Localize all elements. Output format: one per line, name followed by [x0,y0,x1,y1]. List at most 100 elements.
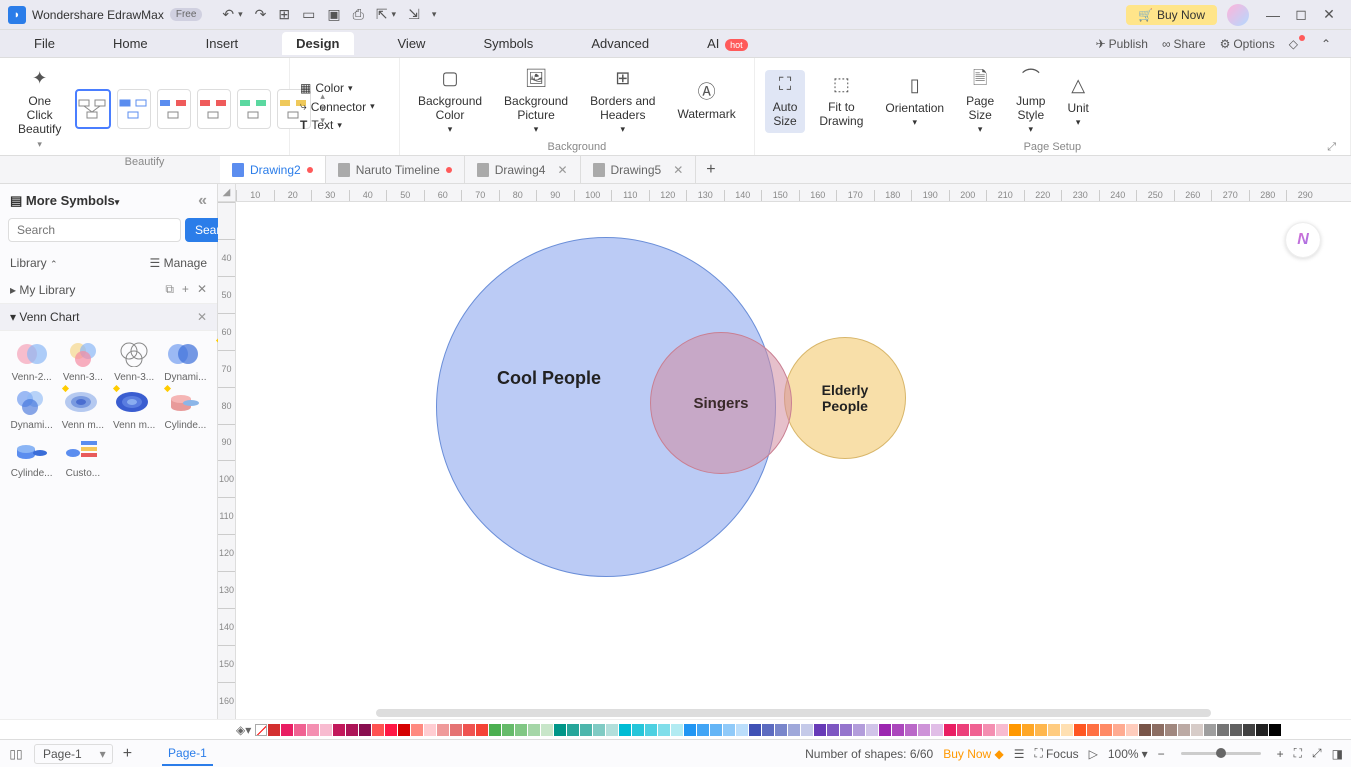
pagesetup-launcher-icon[interactable]: ⤢ [1327,141,1336,154]
color-swatch[interactable] [957,724,969,736]
maximize-icon[interactable]: ◻ [1287,6,1315,23]
sidebar-title[interactable]: ▤ More Symbols▾ [10,193,119,209]
menu-ai[interactable]: AI hot [693,32,761,55]
color-swatch[interactable] [645,724,657,736]
category-close-icon[interactable]: ✕ [197,310,207,324]
color-swatch[interactable] [762,724,774,736]
symbol-item[interactable]: Venn m... [111,387,158,431]
auto-size-button[interactable]: ⛶Auto Size [765,70,806,132]
qat-more-icon[interactable]: ▾ [432,9,437,20]
color-swatch[interactable] [983,724,995,736]
buy-now-button[interactable]: 🛒 Buy Now [1126,5,1217,25]
tab-drawing4[interactable]: Drawing4✕ [465,156,581,183]
menu-design[interactable]: Design [282,32,353,55]
symbol-item[interactable]: Venn-2... [8,339,55,383]
fit-page-icon[interactable]: ⛶ [1294,746,1302,761]
color-swatch[interactable] [320,724,332,736]
watermark-button[interactable]: ⒶWatermark [669,78,743,126]
zoom-slider[interactable] [1181,752,1261,755]
undo-dropdown-icon[interactable]: ▾ [238,9,243,20]
focus-button[interactable]: ⛶Focus [1035,746,1079,761]
unit-button[interactable]: △Unit▾ [1059,71,1096,132]
color-swatch[interactable] [1113,724,1125,736]
undo-icon[interactable]: ↶ [222,6,234,23]
theme-5[interactable] [237,89,271,129]
status-buy-now[interactable]: Buy Now ◆ [943,747,1004,761]
color-swatch[interactable] [554,724,566,736]
color-swatch[interactable] [1087,724,1099,736]
user-avatar[interactable] [1227,4,1249,26]
color-swatch[interactable] [814,724,826,736]
color-swatch[interactable] [801,724,813,736]
redo-icon[interactable]: ↷ [255,6,267,23]
export-icon[interactable]: ⇱ [376,6,388,23]
color-swatch[interactable] [541,724,553,736]
venn-circle-singers[interactable]: Singers [650,332,792,474]
color-swatch[interactable] [1217,724,1229,736]
color-swatch[interactable] [1100,724,1112,736]
color-swatch[interactable] [684,724,696,736]
color-swatch[interactable] [1282,724,1294,736]
menu-file[interactable]: File [20,32,69,55]
color-swatch[interactable] [1204,724,1216,736]
color-swatch[interactable] [1230,724,1242,736]
print-icon[interactable]: ⎙ [353,6,364,23]
menu-insert[interactable]: Insert [192,32,253,55]
symbol-item[interactable]: Venn-3... [111,339,158,383]
theme-1[interactable] [75,89,111,129]
color-swatch[interactable] [1152,724,1164,736]
new-icon[interactable]: ⊞ [278,6,290,23]
lib-close-icon[interactable]: ✕ [197,282,207,297]
color-swatch[interactable] [866,724,878,736]
tab-naruto[interactable]: Naruto Timeline [326,156,465,183]
color-swatch[interactable] [307,724,319,736]
color-swatch[interactable] [346,724,358,736]
color-swatch[interactable] [437,724,449,736]
tab-close-icon[interactable]: ✕ [557,163,567,177]
publish-button[interactable]: ✈Publish [1096,37,1148,51]
share-button[interactable]: ∞Share [1162,37,1206,51]
theme-4[interactable] [197,89,231,129]
color-swatch[interactable] [931,724,943,736]
color-swatch[interactable] [450,724,462,736]
page-tab[interactable]: Page-1 [162,742,213,766]
minimize-icon[interactable]: — [1259,7,1287,23]
horizontal-scrollbar[interactable] [376,709,1211,717]
notification-icon[interactable]: ◇ [1289,37,1307,51]
color-swatch[interactable] [827,724,839,736]
page-size-button[interactable]: 🗎Page Size▾ [958,64,1002,139]
lib-action1-icon[interactable]: ⧉ [165,282,174,297]
menu-home[interactable]: Home [99,32,162,55]
open-icon[interactable]: ▭ [302,6,315,23]
page-selector[interactable]: Page-1 [34,744,113,764]
tab-drawing5[interactable]: Drawing5✕ [581,156,697,183]
color-swatch[interactable] [1165,724,1177,736]
import-icon[interactable]: ⇲ [408,6,420,23]
symbol-search-input[interactable] [8,218,181,242]
color-swatch[interactable] [723,724,735,736]
color-swatch[interactable] [398,724,410,736]
color-swatch[interactable] [1126,724,1138,736]
manage-button[interactable]: ☰ Manage [150,256,207,270]
eyedropper-icon[interactable]: ◈▾ [236,723,250,737]
no-fill-swatch[interactable] [255,724,267,736]
bg-picture-button[interactable]: 🖼Background Picture▾ [496,64,576,139]
zoom-level[interactable]: 100%▾ [1108,747,1148,761]
save-icon[interactable]: ▣ [327,6,340,23]
color-swatch[interactable] [1139,724,1151,736]
symbol-item[interactable]: Venn-3... [59,339,106,383]
color-swatch[interactable] [1256,724,1268,736]
color-swatch[interactable] [268,724,280,736]
color-swatch[interactable] [528,724,540,736]
options-button[interactable]: ⚙Options [1220,37,1275,51]
color-swatch[interactable] [918,724,930,736]
color-swatch[interactable] [853,724,865,736]
ruler-corner[interactable]: ◢ [218,184,236,202]
color-swatch[interactable] [385,724,397,736]
color-swatch[interactable] [281,724,293,736]
export-dropdown-icon[interactable]: ▾ [392,9,397,20]
color-swatch[interactable] [502,724,514,736]
symbol-item[interactable]: Cylinde... [8,435,55,479]
connector-dropdown[interactable]: ⤷Connector▾ [300,99,375,114]
color-swatch[interactable] [996,724,1008,736]
